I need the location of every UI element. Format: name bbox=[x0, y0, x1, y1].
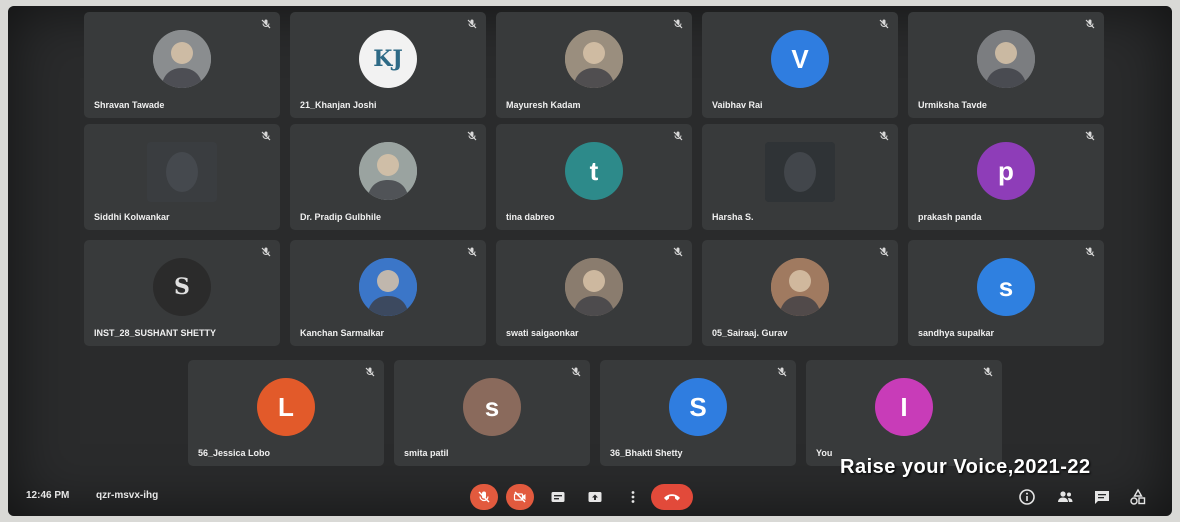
activities-icon[interactable] bbox=[1129, 488, 1147, 506]
mic-muted-icon bbox=[261, 247, 271, 257]
participant-name: 56_Jessica Lobo bbox=[198, 448, 271, 458]
mic-muted-icon bbox=[673, 247, 683, 257]
captions-icon bbox=[551, 492, 565, 502]
participant-avatar bbox=[153, 30, 211, 88]
participant-tile[interactable]: t tina dabreo bbox=[496, 124, 692, 230]
meet-window: Shravan Tawade KJ 21_Khanjan Joshi Mayuresh… bbox=[8, 6, 1172, 516]
mic-muted-icon bbox=[879, 131, 889, 141]
captions-button[interactable] bbox=[546, 484, 570, 510]
hang-up-icon bbox=[664, 494, 680, 501]
present-icon bbox=[588, 492, 602, 502]
participant-name: Urmiksha Tavde bbox=[918, 100, 987, 110]
participant-name: prakash panda bbox=[918, 212, 982, 222]
participant-avatar: s bbox=[977, 258, 1035, 316]
participant-name: Vaibhav Rai bbox=[712, 100, 763, 110]
mic-muted-icon bbox=[1085, 19, 1095, 29]
participant-avatar: s bbox=[463, 378, 521, 436]
mic-muted-icon bbox=[571, 367, 581, 377]
participant-name: 05_Sairaaj. Gurav bbox=[712, 328, 788, 338]
more-options-button[interactable] bbox=[621, 484, 645, 510]
mic-muted-icon bbox=[1085, 247, 1095, 257]
participant-name: You bbox=[816, 448, 833, 458]
participant-tile[interactable]: Harsha S. bbox=[702, 124, 898, 230]
participant-avatar bbox=[765, 142, 835, 202]
participant-tile[interactable]: Dr. Pradip Gulbhile bbox=[290, 124, 486, 230]
mic-muted-icon bbox=[1085, 131, 1095, 141]
info-icon[interactable] bbox=[1018, 488, 1036, 506]
participant-avatar bbox=[147, 142, 217, 202]
mic-muted-icon bbox=[673, 19, 683, 29]
participant-tile[interactable]: Shravan Tawade bbox=[84, 12, 280, 118]
participant-avatar bbox=[359, 258, 417, 316]
participant-tile[interactable]: p prakash panda bbox=[908, 124, 1104, 230]
participant-tile[interactable]: swati saigaonkar bbox=[496, 240, 692, 346]
participant-name: Kanchan Sarmalkar bbox=[300, 328, 385, 338]
participant-tile[interactable]: 05_Sairaaj. Gurav bbox=[702, 240, 898, 346]
participant-tile[interactable]: s smita patil bbox=[394, 360, 590, 466]
participant-tile[interactable]: KJ 21_Khanjan Joshi bbox=[290, 12, 486, 118]
mic-muted-icon bbox=[467, 19, 477, 29]
mic-muted-icon bbox=[261, 131, 271, 141]
mic-muted-icon bbox=[261, 19, 271, 29]
participant-name: swati saigaonkar bbox=[506, 328, 579, 338]
mic-muted-icon bbox=[467, 131, 477, 141]
meeting-time: 12:46 PM bbox=[26, 490, 70, 501]
bottom-toolbar: 12:46 PM qzr-msvx-ihg bbox=[8, 476, 1172, 516]
participant-name: 36_Bhakti Shetty bbox=[610, 448, 683, 458]
mic-muted-icon bbox=[879, 19, 889, 29]
participant-name: Harsha S. bbox=[712, 212, 754, 222]
mic-muted-icon bbox=[777, 367, 787, 377]
participant-avatar: L bbox=[257, 378, 315, 436]
participant-tile[interactable]: Kanchan Sarmalkar bbox=[290, 240, 486, 346]
participant-avatar bbox=[359, 142, 417, 200]
participant-tile[interactable]: S INST_28_SUSHANT SHETTY bbox=[84, 240, 280, 346]
participant-tile[interactable]: I You bbox=[806, 360, 1002, 466]
participant-tile[interactable]: L 56_Jessica Lobo bbox=[188, 360, 384, 466]
more-vert-icon bbox=[631, 491, 635, 503]
mic-muted-icon bbox=[879, 247, 889, 257]
participant-name: Mayuresh Kadam bbox=[506, 100, 581, 110]
participant-avatar: V bbox=[771, 30, 829, 88]
mic-off-icon bbox=[478, 491, 490, 503]
meeting-code[interactable]: qzr-msvx-ihg bbox=[96, 490, 158, 501]
participant-avatar: KJ bbox=[359, 30, 417, 88]
participant-avatar bbox=[565, 30, 623, 88]
participant-name: INST_28_SUSHANT SHETTY bbox=[94, 328, 217, 338]
leave-call-button[interactable] bbox=[651, 484, 693, 510]
participant-tile[interactable]: Siddhi Kolwankar bbox=[84, 124, 280, 230]
mic-muted-icon bbox=[983, 367, 993, 377]
participant-tile[interactable]: V Vaibhav Rai bbox=[702, 12, 898, 118]
participant-avatar: S bbox=[153, 258, 211, 316]
mic-muted-icon bbox=[467, 247, 477, 257]
participant-avatar: p bbox=[977, 142, 1035, 200]
participant-avatar: t bbox=[565, 142, 623, 200]
participant-avatar bbox=[977, 30, 1035, 88]
participant-tile[interactable]: s sandhya supalkar bbox=[908, 240, 1104, 346]
participant-avatar bbox=[771, 258, 829, 316]
participant-name: sandhya supalkar bbox=[918, 328, 995, 338]
participant-avatar bbox=[565, 258, 623, 316]
participant-name: Siddhi Kolwankar bbox=[94, 212, 170, 222]
camera-off-icon bbox=[513, 491, 526, 503]
participant-avatar: I bbox=[875, 378, 933, 436]
people-icon[interactable] bbox=[1056, 488, 1074, 506]
participant-tile[interactable]: Mayuresh Kadam bbox=[496, 12, 692, 118]
participant-name: Shravan Tawade bbox=[94, 100, 165, 110]
participant-tile[interactable]: Urmiksha Tavde bbox=[908, 12, 1104, 118]
mic-muted-icon bbox=[673, 131, 683, 141]
participant-name: smita patil bbox=[404, 448, 449, 458]
participant-tile[interactable]: S 36_Bhakti Shetty bbox=[600, 360, 796, 466]
participant-avatar: S bbox=[669, 378, 727, 436]
participant-name: Dr. Pradip Gulbhile bbox=[300, 212, 382, 222]
chat-icon[interactable] bbox=[1093, 488, 1111, 506]
present-button[interactable] bbox=[583, 484, 607, 510]
participant-name: 21_Khanjan Joshi bbox=[300, 100, 377, 110]
participant-name: tina dabreo bbox=[506, 212, 555, 222]
mic-muted-icon bbox=[365, 367, 375, 377]
mic-toggle-button[interactable] bbox=[470, 484, 498, 510]
camera-toggle-button[interactable] bbox=[506, 484, 534, 510]
